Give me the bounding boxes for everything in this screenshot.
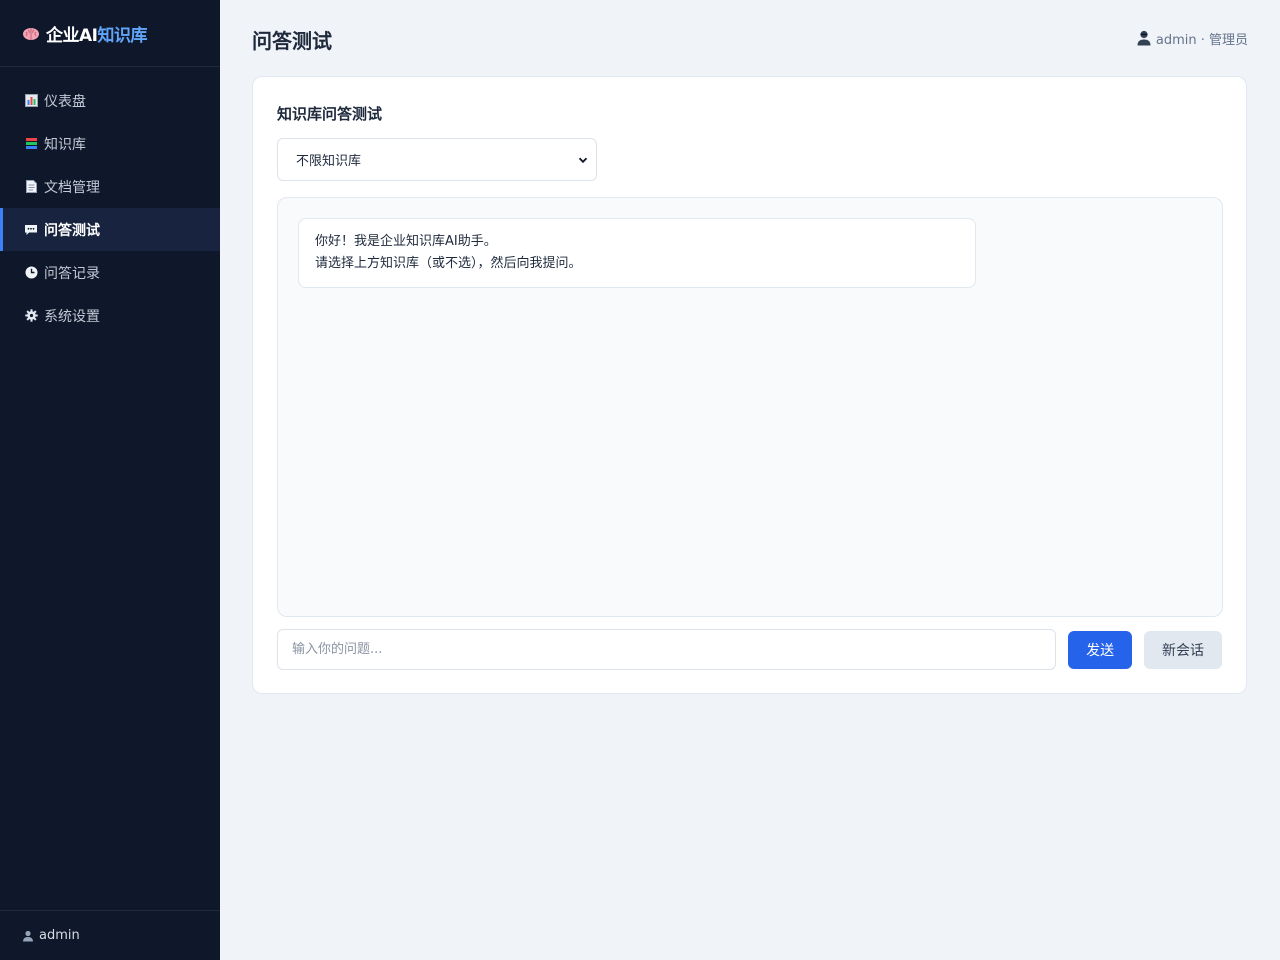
sidebar-nav: 仪表盘 知识库 文档管理 问答测试 问答记录 系统设置 bbox=[0, 67, 220, 337]
sidebar-item-documents[interactable]: 文档管理 bbox=[0, 165, 220, 208]
send-button[interactable]: 发送 bbox=[1068, 630, 1133, 669]
card-title: 知识库问答测试 bbox=[277, 105, 383, 123]
sidebar-item-label: 知识库 bbox=[44, 136, 86, 153]
user-role: admin · 管理员 bbox=[1155, 32, 1248, 48]
gear-icon bbox=[24, 309, 38, 323]
brand-name: 企业AI知识库 bbox=[46, 21, 147, 46]
sidebar: 企业AI知识库 仪表盘 知识库 文档管理 问答测试 问答记录 系统设置 admi… bbox=[0, 0, 220, 960]
sidebar-username: admin bbox=[39, 928, 80, 943]
sidebar-item-settings[interactable]: 系统设置 bbox=[0, 294, 220, 337]
brain-icon bbox=[22, 26, 40, 40]
sidebar-item-label: 仪表盘 bbox=[44, 93, 86, 110]
knowledge-base-select[interactable]: 不限知识库 bbox=[277, 138, 597, 181]
user-info: admin · 管理员 bbox=[1137, 29, 1248, 48]
sidebar-item-knowledge-base[interactable]: 知识库 bbox=[0, 122, 220, 165]
app-shell: 企业AI知识库 仪表盘 知识库 文档管理 问答测试 问答记录 系统设置 admi… bbox=[0, 0, 1280, 960]
sidebar-item-label: 问答测试 bbox=[44, 222, 100, 239]
topbar: 问答测试 admin · 管理员 bbox=[252, 0, 1248, 76]
message-line: 请选择上方知识库（或不选），然后向我提问。 bbox=[315, 256, 582, 271]
brand-accent: 知识库 bbox=[97, 25, 147, 46]
user-icon bbox=[1137, 30, 1151, 46]
sidebar-item-qa-history[interactable]: 问答记录 bbox=[0, 251, 220, 294]
brand: 企业AI知识库 bbox=[0, 0, 220, 67]
input-row: 发送 新会话 bbox=[277, 629, 1222, 670]
page-title: 问答测试 bbox=[252, 28, 332, 53]
bar-chart-icon bbox=[24, 94, 38, 108]
qa-test-card: 知识库问答测试 不限知识库 你好！我是企业知识库AI助手。 请选择上方知识库（或… bbox=[252, 76, 1247, 694]
document-icon bbox=[24, 180, 38, 194]
chat-messages[interactable]: 你好！我是企业知识库AI助手。 请选择上方知识库（或不选），然后向我提问。 bbox=[277, 197, 1223, 617]
chevron-down-icon bbox=[578, 155, 588, 165]
sidebar-item-label: 问答记录 bbox=[44, 265, 100, 282]
sidebar-item-qa-test[interactable]: 问答测试 bbox=[0, 208, 220, 251]
sidebar-item-label: 系统设置 bbox=[44, 308, 100, 325]
user-icon bbox=[22, 930, 34, 942]
sidebar-item-dashboard[interactable]: 仪表盘 bbox=[0, 79, 220, 122]
new-session-button[interactable]: 新会话 bbox=[1144, 630, 1222, 669]
brand-prefix: 企业AI bbox=[46, 25, 98, 46]
chat-bubble-icon bbox=[24, 223, 38, 237]
main-content: 问答测试 admin · 管理员 知识库问答测试 不限知识库 你好！我是企业知识… bbox=[220, 0, 1280, 960]
sidebar-user: admin bbox=[0, 910, 220, 960]
select-value: 不限知识库 bbox=[296, 154, 362, 169]
clock-icon bbox=[24, 266, 38, 280]
sidebar-item-label: 文档管理 bbox=[44, 179, 100, 196]
assistant-message: 你好！我是企业知识库AI助手。 请选择上方知识库（或不选），然后向我提问。 bbox=[298, 218, 976, 288]
message-line: 你好！我是企业知识库AI助手。 bbox=[315, 234, 497, 249]
question-input[interactable] bbox=[277, 629, 1057, 670]
books-icon bbox=[24, 137, 38, 151]
